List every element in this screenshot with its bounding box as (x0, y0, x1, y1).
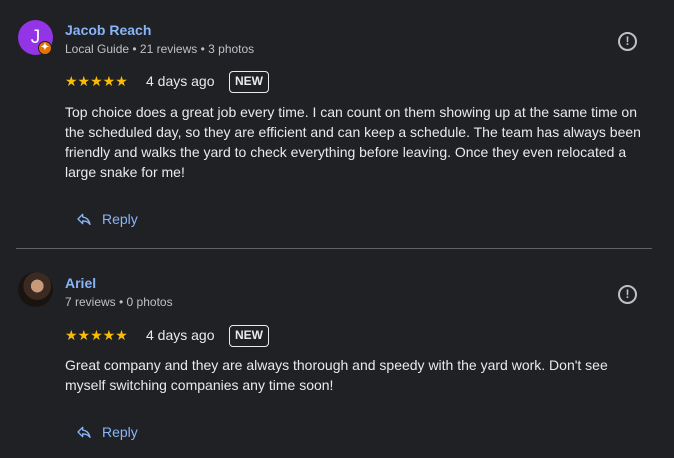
reply-button[interactable]: Reply (68, 205, 146, 233)
review-text: Top choice does a great job every time. … (65, 104, 641, 180)
reviewer-name[interactable]: Jacob Reach (65, 22, 151, 38)
reviewer-meta[interactable]: Local Guide • 21 reviews • 3 photos (65, 42, 254, 56)
star-rating: ★★★★★ (65, 73, 128, 89)
divider (16, 248, 652, 249)
reviewer-name[interactable]: Ariel (65, 275, 96, 291)
review-date: 4 days ago (146, 327, 215, 343)
reply-arrow-icon (77, 426, 91, 438)
new-badge: NEW (229, 71, 269, 93)
report-icon[interactable]: ! (618, 32, 637, 51)
reviewer-meta[interactable]: 7 reviews • 0 photos (65, 295, 173, 309)
reply-label: Reply (102, 424, 138, 440)
avatar[interactable]: J ✦ (18, 20, 53, 55)
review-text: Great company and they are always thorou… (65, 357, 608, 393)
new-badge: NEW (229, 325, 269, 347)
reply-button[interactable]: Reply (68, 418, 146, 446)
review-date: 4 days ago (146, 73, 215, 89)
report-icon[interactable]: ! (618, 285, 637, 304)
reply-arrow-icon (77, 213, 91, 225)
local-guide-badge-icon: ✦ (38, 41, 52, 55)
reply-label: Reply (102, 211, 138, 227)
avatar[interactable] (18, 272, 53, 307)
star-rating: ★★★★★ (65, 327, 128, 343)
